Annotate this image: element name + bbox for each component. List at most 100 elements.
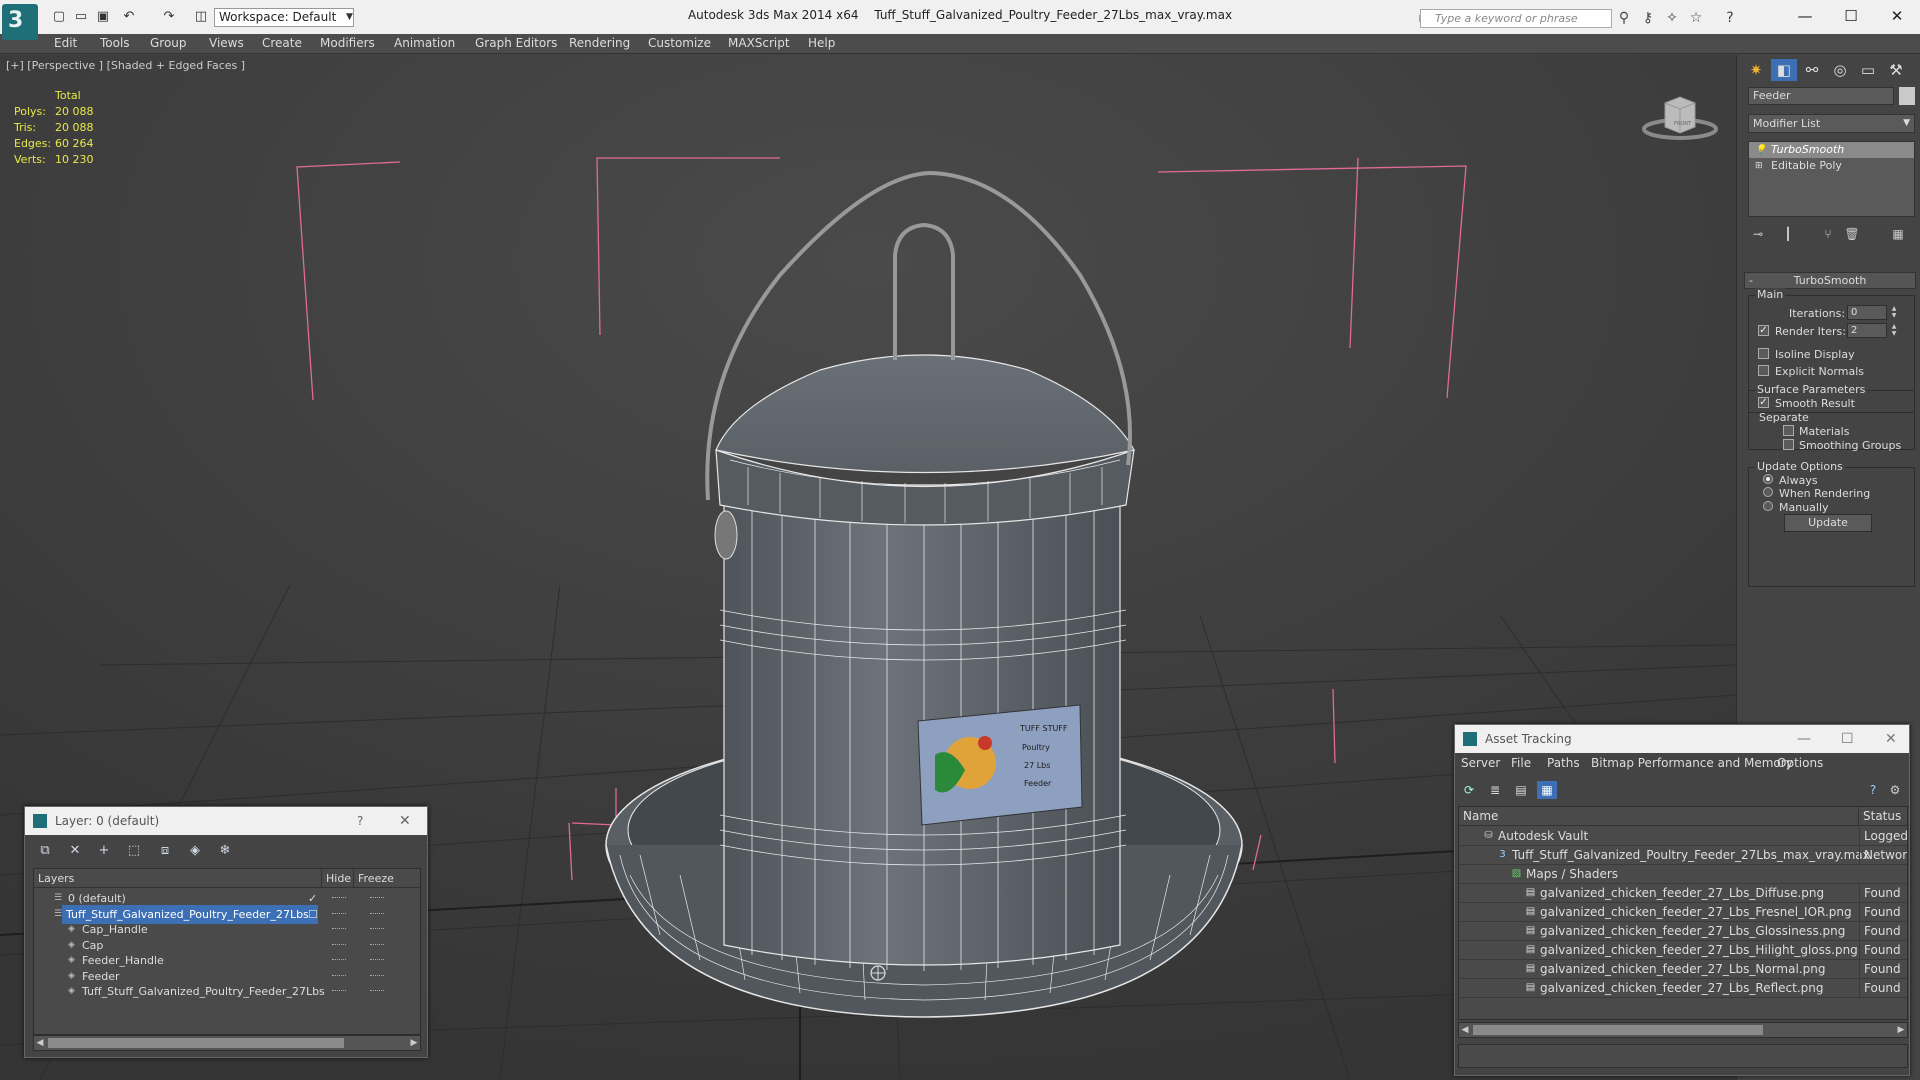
help-icon[interactable]: ? bbox=[1863, 781, 1883, 799]
spinner-arrows-icon[interactable]: ▲ ▼ bbox=[1889, 323, 1899, 338]
render-iters-checkbox[interactable]: ✓ bbox=[1758, 325, 1769, 336]
asset-row[interactable]: ▤ galvanized_chicken_feeder_27_Lbs_Diffus… bbox=[1459, 884, 1907, 903]
asset-row[interactable]: 3 Tuff_Stuff_Galvanized_Poultry_Feeder_27… bbox=[1459, 846, 1907, 865]
scroll-right-icon[interactable]: ▶ bbox=[1895, 1023, 1907, 1037]
asset-row[interactable]: ▤ galvanized_chicken_feeder_27_Lbs_Normal… bbox=[1459, 960, 1907, 979]
close-icon[interactable]: ✕ bbox=[399, 807, 411, 835]
menu-edit[interactable]: Edit bbox=[54, 36, 77, 50]
menu-rendering[interactable]: Rendering bbox=[569, 36, 630, 50]
menu-help[interactable]: Help bbox=[808, 36, 835, 50]
hide-toggle[interactable] bbox=[332, 912, 346, 915]
freeze-toggle[interactable] bbox=[370, 928, 384, 930]
freeze-toggle[interactable] bbox=[370, 974, 384, 977]
menu-animation[interactable]: Animation bbox=[394, 36, 455, 50]
new-layer-icon[interactable]: ⧉ bbox=[33, 841, 57, 861]
menu-modifiers[interactable]: Modifiers bbox=[320, 36, 375, 50]
thumbnail-view-icon[interactable]: ▤ bbox=[1511, 781, 1531, 799]
hide-toggle[interactable] bbox=[332, 943, 346, 946]
highlight-layer-icon[interactable]: ⧈ bbox=[153, 841, 177, 861]
remove-modifier-icon[interactable]: 🗑 bbox=[1842, 227, 1862, 245]
delete-layer-icon[interactable]: ✕ bbox=[63, 841, 87, 861]
viewcube-icon[interactable]: FRONT bbox=[1640, 85, 1720, 145]
hide-toggle[interactable] bbox=[332, 974, 346, 977]
viewport-label[interactable]: [+] [Perspective ] [Shaded + Edged Faces… bbox=[6, 59, 245, 72]
separate-materials-checkbox[interactable] bbox=[1783, 425, 1794, 436]
freeze-toggle[interactable] bbox=[370, 943, 384, 946]
stack-item-editable-poly[interactable]: ⊞ Editable Poly bbox=[1749, 158, 1914, 174]
stack-item-turbosmooth[interactable]: 💡 TurboSmooth bbox=[1749, 142, 1914, 158]
scroll-right-icon[interactable]: ▶ bbox=[408, 1036, 420, 1050]
hide-toggle[interactable] bbox=[332, 897, 346, 899]
hide-all-icon[interactable]: ◈ bbox=[183, 841, 207, 861]
isoline-display-checkbox[interactable] bbox=[1758, 348, 1769, 359]
horizontal-scrollbar[interactable]: ◀ ▶ bbox=[33, 1035, 421, 1051]
help-icon[interactable]: ? bbox=[1720, 9, 1740, 27]
object-color-swatch[interactable] bbox=[1899, 87, 1915, 105]
hide-column-header[interactable]: Hide bbox=[322, 869, 354, 888]
expand-plus-icon[interactable]: ⊞ bbox=[1755, 158, 1763, 174]
maximize-icon[interactable]: ☐ bbox=[1841, 725, 1854, 753]
pin-stack-icon[interactable]: ⊸ bbox=[1748, 227, 1768, 245]
asset-menu-server[interactable]: Server bbox=[1461, 756, 1500, 770]
refresh-icon[interactable]: ⟳ bbox=[1459, 781, 1479, 799]
asset-row[interactable]: ▤ galvanized_chicken_feeder_27_Lbs_Reflec… bbox=[1459, 979, 1907, 998]
menu-create[interactable]: Create bbox=[262, 36, 302, 50]
status-column-header[interactable]: Status bbox=[1859, 807, 1907, 826]
maximize-icon[interactable]: ☐ bbox=[1828, 4, 1874, 28]
asset-row[interactable]: ▨ Maps / Shaders bbox=[1459, 865, 1907, 884]
freeze-toggle[interactable] bbox=[370, 912, 384, 915]
scroll-left-icon[interactable]: ◀ bbox=[34, 1036, 46, 1050]
freeze-toggle[interactable] bbox=[370, 897, 384, 899]
menu-views[interactable]: Views bbox=[209, 36, 244, 50]
scrollbar-thumb[interactable] bbox=[48, 1038, 344, 1048]
hierarchy-tab-icon[interactable]: ⚯ bbox=[1799, 59, 1825, 81]
select-objects-icon[interactable]: ⬚ bbox=[122, 841, 146, 861]
spinner-arrows-icon[interactable]: ▲ ▼ bbox=[1889, 305, 1899, 320]
asset-menu-paths[interactable]: Paths bbox=[1547, 756, 1580, 770]
menu-group[interactable]: Group bbox=[150, 36, 187, 50]
horizontal-scrollbar[interactable]: ◀ ▶ bbox=[1458, 1022, 1908, 1038]
asset-menu-options[interactable]: Options bbox=[1777, 756, 1823, 770]
configure-sets-icon[interactable]: ▦ bbox=[1888, 227, 1908, 245]
turbosmooth-rollout-header[interactable]: - TurboSmooth bbox=[1744, 272, 1916, 289]
update-when-rendering-radio[interactable] bbox=[1763, 487, 1773, 497]
asset-list[interactable]: Name Status ⛁ Autodesk Vault Logged O 3 Tuff… bbox=[1458, 806, 1908, 1020]
update-manually-radio[interactable] bbox=[1763, 501, 1773, 511]
binoculars-icon[interactable]: ⚲ bbox=[1614, 9, 1634, 27]
communication-icon[interactable]: ✧ bbox=[1662, 9, 1682, 27]
scrollbar-thumb[interactable] bbox=[1473, 1025, 1763, 1035]
settings-gear-icon[interactable]: ⚙ bbox=[1885, 781, 1905, 799]
show-end-result-icon[interactable]: ┃ bbox=[1778, 227, 1798, 245]
table-view-icon[interactable]: ▦ bbox=[1537, 781, 1557, 799]
separate-smoothing-groups-checkbox[interactable] bbox=[1783, 439, 1794, 450]
asset-tracking-titlebar[interactable]: Asset Tracking — ☐ ✕ bbox=[1455, 725, 1909, 753]
menu-maxscript[interactable]: MAXScript bbox=[728, 36, 790, 50]
utilities-tab-icon[interactable]: ⚒ bbox=[1883, 59, 1909, 81]
layer-row[interactable]: ◈ Tuff_Stuff_Galvanized_Poultry_Feeder_27… bbox=[34, 982, 420, 1001]
asset-menu-file[interactable]: File bbox=[1511, 756, 1531, 770]
minimize-icon[interactable]: — bbox=[1782, 4, 1828, 28]
list-view-icon[interactable]: ≣ bbox=[1485, 781, 1505, 799]
motion-tab-icon[interactable]: ◎ bbox=[1827, 59, 1853, 81]
close-icon[interactable]: ✕ bbox=[1885, 725, 1897, 753]
scroll-left-icon[interactable]: ◀ bbox=[1459, 1023, 1471, 1037]
favorites-star-icon[interactable]: ☆ bbox=[1686, 9, 1706, 27]
modifier-stack[interactable]: 💡 TurboSmooth ⊞ Editable Poly bbox=[1748, 141, 1915, 217]
make-unique-icon[interactable]: ⑂ bbox=[1818, 227, 1838, 245]
help-icon[interactable]: ? bbox=[357, 807, 363, 835]
asset-row[interactable]: ▤ galvanized_chicken_feeder_27_Lbs_Glossi… bbox=[1459, 922, 1907, 941]
iterations-spinner[interactable]: 0 bbox=[1847, 305, 1887, 320]
layer-list[interactable]: Layers Hide Freeze ☰ 0 (default) ✓ ☰ Tuff_St… bbox=[33, 868, 421, 1035]
update-button[interactable]: Update bbox=[1784, 514, 1872, 532]
modify-tab-icon[interactable]: ◧ bbox=[1771, 59, 1797, 81]
hide-toggle[interactable] bbox=[332, 928, 346, 930]
minimize-icon[interactable]: — bbox=[1797, 725, 1811, 753]
asset-row[interactable]: ▤ galvanized_chicken_feeder_27_Lbs_Fresne… bbox=[1459, 903, 1907, 922]
update-always-radio[interactable] bbox=[1763, 474, 1773, 484]
hide-toggle[interactable] bbox=[332, 959, 346, 961]
menu-graph-editors[interactable]: Graph Editors bbox=[475, 36, 557, 50]
object-name-field[interactable]: Feeder bbox=[1748, 87, 1894, 105]
layer-dialog-titlebar[interactable]: Layer: 0 (default) ? ✕ bbox=[25, 807, 427, 835]
render-iters-spinner[interactable]: 2 bbox=[1847, 323, 1887, 338]
menu-customize[interactable]: Customize bbox=[648, 36, 711, 50]
